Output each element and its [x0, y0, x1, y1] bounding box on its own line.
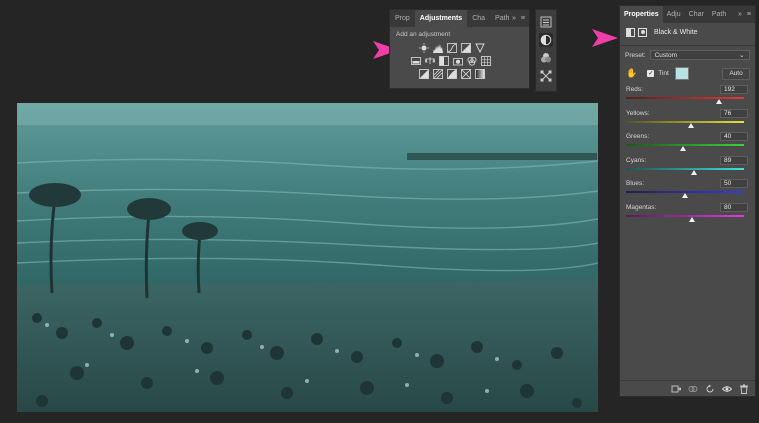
adjustments-hint: Add an adjustment	[396, 31, 451, 38]
slider-thumb[interactable]	[715, 99, 722, 104]
slider-value-input[interactable]: 80	[720, 202, 748, 212]
tab-properties[interactable]: Properties	[620, 6, 663, 23]
canvas-photo	[17, 103, 598, 412]
tab-paths[interactable]: Path	[708, 6, 730, 23]
preset-dropdown[interactable]: Custom ⌄	[649, 50, 750, 60]
color-lookup-icon[interactable]	[480, 55, 491, 66]
view-previous-icon[interactable]	[687, 383, 698, 394]
adjustment-icons-row-3	[390, 67, 529, 80]
slider-thumb[interactable]	[679, 146, 686, 151]
tab-character[interactable]: Char	[685, 6, 708, 23]
adjustment-title: Black & White	[654, 28, 698, 36]
gradient-map-icon[interactable]	[474, 68, 485, 79]
adjustments-icon[interactable]	[539, 33, 553, 47]
exposure-icon[interactable]	[460, 42, 471, 53]
auto-button[interactable]: Auto	[722, 67, 750, 80]
slider-label: Greens:	[626, 133, 650, 140]
slider-thumb[interactable]	[689, 216, 696, 222]
adjustment-icons-row-2	[390, 54, 529, 67]
panel-menu-icon[interactable]: ≡	[747, 11, 751, 18]
tab-adjustments[interactable]: Adju	[663, 6, 685, 23]
tint-label: Tint	[658, 70, 669, 77]
slider-thumb[interactable]	[682, 193, 688, 198]
chevron-down-icon: ⌄	[739, 52, 745, 59]
preset-row: Preset: Custom ⌄	[620, 46, 755, 60]
adjustment-icons-row-1	[390, 41, 529, 54]
pointer-arrow-icon	[592, 29, 618, 47]
brightness-contrast-icon[interactable]	[418, 42, 429, 53]
panel-menu-icon[interactable]: ≡	[521, 15, 525, 22]
properties-header: Black & White	[620, 23, 755, 41]
slider-value-input[interactable]: 192	[720, 85, 748, 94]
adjustments-tabbar: Prop Adjustments Cha Path » ≡	[390, 10, 529, 27]
tab-adjustments[interactable]: Adjustments	[414, 10, 468, 27]
levels-icon[interactable]	[432, 43, 443, 53]
photo-filter-icon[interactable]	[452, 56, 463, 66]
tab-paths[interactable]: Path	[490, 10, 514, 27]
black-white-icon[interactable]	[626, 27, 635, 37]
slider-label: Cyans:	[626, 156, 647, 164]
properties-tabbar: Properties Adju Char Path » ≡	[620, 6, 755, 23]
black-white-icon[interactable]	[438, 55, 449, 66]
vibrance-icon[interactable]	[474, 43, 485, 53]
layers-styles-icon[interactable]	[539, 51, 553, 65]
slider-thumb[interactable]	[691, 169, 698, 175]
curves-icon[interactable]	[446, 42, 457, 53]
posterize-icon[interactable]	[432, 68, 443, 79]
channel-mixer-icon[interactable]	[466, 56, 477, 66]
paths-icon[interactable]	[539, 69, 553, 83]
slider-track[interactable]	[626, 120, 744, 123]
properties-footer	[620, 380, 755, 396]
tint-checkbox[interactable]: ✓	[647, 70, 655, 77]
slider-label: Reds:	[626, 86, 643, 93]
threshold-icon[interactable]	[446, 68, 457, 79]
slider-value-input[interactable]: 76	[720, 108, 748, 118]
slider-yellows: Yellows: 76	[620, 108, 755, 132]
tint-color-swatch[interactable]	[674, 67, 689, 80]
slider-thumb[interactable]	[688, 122, 695, 128]
adjustments-panel: Prop Adjustments Cha Path » ≡ Add an adj…	[389, 9, 530, 89]
expand-icon[interactable]: »	[512, 15, 516, 22]
tab-properties[interactable]: Prop	[390, 10, 415, 27]
slider-track[interactable]	[626, 97, 744, 99]
targeted-adjustment-hand-icon[interactable]: ✋	[626, 68, 637, 79]
invert-icon[interactable]	[418, 68, 429, 79]
properties-panel: Properties Adju Char Path » ≡ Black & Wh…	[619, 5, 756, 397]
panel-dock-toolstrip	[535, 9, 557, 92]
preset-value: Custom	[654, 51, 677, 59]
reset-icon[interactable]	[704, 383, 715, 394]
expand-icon[interactable]: »	[738, 11, 742, 18]
slider-label: Magentas:	[626, 203, 657, 211]
slider-blues: Blues: 50	[620, 178, 755, 202]
slider-cyans: Cyans: 89	[620, 155, 755, 179]
selective-color-icon[interactable]	[460, 68, 471, 79]
visibility-icon[interactable]	[721, 383, 732, 394]
color-sliders: Reds: 192 Yellows: 76 Greens: 40 Cyans: …	[620, 81, 755, 225]
clip-to-layer-icon[interactable]	[670, 383, 681, 394]
hue-saturation-icon[interactable]	[410, 56, 421, 66]
layer-mask-icon[interactable]	[638, 27, 647, 37]
slider-track[interactable]	[626, 214, 744, 217]
slider-greens: Greens: 40	[620, 131, 755, 155]
slider-magentas: Magentas: 80	[620, 202, 755, 226]
slider-value-input[interactable]: 89	[720, 155, 748, 165]
slider-label: Blues:	[626, 180, 645, 187]
tint-row: ✋ ✓ Tint Auto	[620, 60, 755, 81]
preset-label: Preset:	[625, 51, 646, 59]
color-balance-icon[interactable]	[424, 56, 435, 66]
slider-label: Yellows:	[626, 109, 650, 117]
tab-channels[interactable]: Cha	[467, 10, 490, 27]
trash-icon[interactable]	[738, 383, 749, 394]
slider-track[interactable]	[626, 167, 744, 170]
slider-value-input[interactable]: 50	[720, 179, 748, 188]
slider-reds: Reds: 192	[620, 84, 755, 108]
properties-icon[interactable]	[539, 15, 553, 29]
slider-value-input[interactable]: 40	[720, 132, 748, 141]
